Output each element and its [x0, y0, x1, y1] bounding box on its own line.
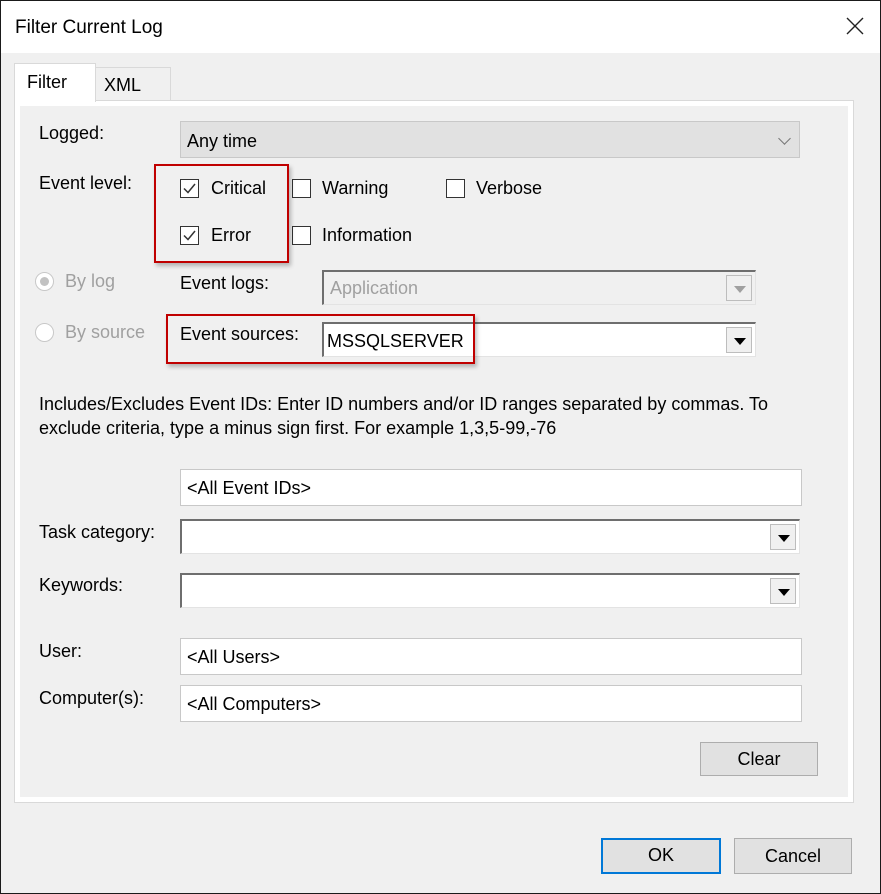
verbose-label: Verbose	[476, 178, 543, 198]
ok-button[interactable]: OK	[601, 838, 721, 874]
information-checkbox[interactable]	[292, 226, 311, 245]
by-source-radio[interactable]	[35, 323, 54, 342]
checkmark-icon	[183, 183, 196, 194]
checkmark-icon	[183, 230, 196, 241]
keywords-dropdown[interactable]	[180, 573, 800, 608]
critical-label: Critical	[211, 178, 267, 198]
information-label: Information	[322, 225, 413, 245]
tab-xml[interactable]: XML	[95, 67, 171, 101]
event-level-label: Event level:	[39, 173, 133, 193]
warning-checkbox[interactable]	[292, 179, 311, 198]
event-logs-value: Application	[330, 278, 419, 298]
error-label: Error	[211, 225, 251, 245]
dialog-title: Filter Current Log	[15, 17, 163, 38]
by-log-radio[interactable]	[35, 272, 54, 291]
user-value: <All Users>	[187, 647, 281, 667]
tab-xml-label: XML	[104, 75, 142, 95]
logged-value: Any time	[187, 131, 258, 151]
event-sources-value: MSSQLSERVER	[327, 331, 464, 351]
critical-checkbox[interactable]	[180, 179, 199, 198]
event-ids-input[interactable]: <All Event IDs>	[180, 469, 802, 506]
logged-dropdown[interactable]: Any time	[180, 121, 800, 158]
verbose-checkbox[interactable]	[446, 179, 465, 198]
radio-dot	[39, 276, 49, 286]
task-category-dropdown-button[interactable]	[770, 524, 796, 550]
by-source-label: By source	[65, 322, 146, 342]
computers-input[interactable]: <All Computers>	[180, 685, 802, 722]
close-icon[interactable]	[844, 15, 866, 37]
caret-down-icon	[778, 535, 790, 542]
clear-button[interactable]: Clear	[700, 742, 818, 776]
task-category-label: Task category:	[39, 522, 156, 542]
event-sources-dropdown-button[interactable]	[726, 327, 752, 353]
caret-down-icon	[734, 338, 746, 345]
keywords-label: Keywords:	[39, 575, 124, 595]
title-bar: Filter Current Log	[1, 1, 880, 53]
logged-label: Logged:	[39, 123, 105, 143]
event-logs-label: Event logs:	[180, 273, 270, 293]
computers-label: Computer(s):	[39, 688, 145, 708]
chevron-down-icon	[778, 132, 791, 145]
event-logs-dropdown-button[interactable]	[726, 275, 752, 301]
keywords-dropdown-button[interactable]	[770, 578, 796, 604]
event-sources-label: Event sources:	[180, 324, 300, 344]
tab-filter[interactable]: Filter	[14, 63, 96, 102]
task-category-dropdown[interactable]	[180, 519, 800, 554]
computers-value: <All Computers>	[187, 694, 322, 714]
caret-down-icon	[734, 286, 746, 293]
caret-down-icon	[778, 589, 790, 596]
error-checkbox[interactable]	[180, 226, 199, 245]
user-input[interactable]: <All Users>	[180, 638, 802, 675]
by-log-label: By log	[65, 271, 116, 291]
event-sources-dropdown[interactable]: MSSQLSERVER	[322, 322, 756, 357]
tab-filter-label: Filter	[27, 72, 67, 92]
filter-dialog: Filter Current Log XML Filter Logged: An…	[0, 0, 881, 894]
cancel-button[interactable]: Cancel	[734, 838, 852, 874]
event-logs-dropdown[interactable]: Application	[322, 270, 756, 305]
event-ids-value: <All Event IDs>	[187, 478, 312, 498]
warning-label: Warning	[322, 178, 389, 198]
user-label: User:	[39, 641, 83, 661]
event-ids-description: Includes/Excludes Event IDs: Enter ID nu…	[39, 394, 769, 438]
